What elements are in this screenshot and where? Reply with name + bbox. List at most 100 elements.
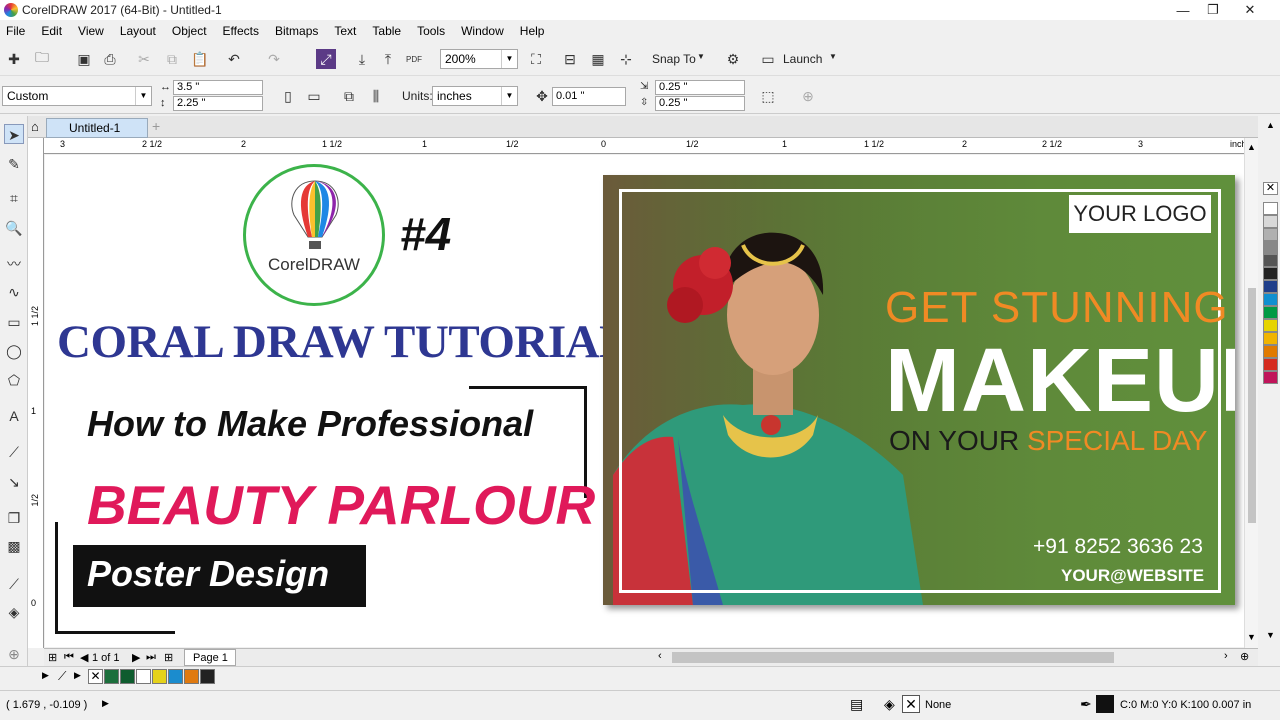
cut-icon[interactable]: ✂ xyxy=(134,49,154,69)
all-pages-icon[interactable]: ⧉ xyxy=(339,86,359,106)
menu-tools[interactable]: Tools xyxy=(417,24,445,38)
freehand-tool-icon[interactable]: 〰 xyxy=(4,254,24,274)
treat-as-filled-icon[interactable]: ⬚ xyxy=(758,86,778,106)
palette-swatch[interactable] xyxy=(1263,319,1278,332)
palette-swatch[interactable] xyxy=(1263,280,1278,293)
artistic-media-tool-icon[interactable]: ∿ xyxy=(4,282,24,302)
new-document-icon[interactable]: ✚ xyxy=(4,49,24,69)
polygon-tool-icon[interactable]: ⬠ xyxy=(4,370,24,390)
open-icon[interactable]: 🗀 xyxy=(32,49,52,69)
palette-swatch[interactable] xyxy=(1263,215,1278,228)
show-guidelines-icon[interactable]: ⊹ xyxy=(616,49,636,69)
palette-swatch[interactable] xyxy=(1263,306,1278,319)
nudge-distance-input[interactable]: 0.01 " xyxy=(552,87,626,106)
shape-tool-icon[interactable]: ✎ xyxy=(4,154,24,174)
zoom-level-combo[interactable]: 200% ▼ xyxy=(440,49,518,69)
docpal-eyedropper-icon[interactable]: ⟋ xyxy=(58,669,66,684)
palette-swatch[interactable] xyxy=(1263,332,1278,345)
previous-page-icon[interactable]: ◀ xyxy=(80,651,88,664)
launch-button[interactable]: Launch xyxy=(783,52,822,66)
crop-tool-icon[interactable]: ⌗ xyxy=(4,188,24,208)
palette-swatch[interactable] xyxy=(1263,228,1278,241)
docpal-swatch[interactable] xyxy=(120,669,135,684)
pick-tool-icon[interactable]: ➤ xyxy=(4,124,24,144)
parallel-dimension-tool-icon[interactable]: ⟋ xyxy=(4,442,24,462)
menu-view[interactable]: View xyxy=(78,24,104,38)
transparency-tool-icon[interactable]: ▩ xyxy=(4,536,24,556)
paste-icon[interactable]: 📋 xyxy=(190,49,210,69)
page-height-input[interactable]: 2.25 " xyxy=(173,96,263,111)
eyedropper-tool-icon[interactable]: ⟋ xyxy=(4,574,24,594)
add-tool-icon[interactable]: ⊕ xyxy=(4,644,24,664)
connector-tool-icon[interactable]: ↘ xyxy=(4,472,24,492)
duplicate-x-input[interactable]: 0.25 " xyxy=(655,80,745,95)
palette-swatch[interactable] xyxy=(1263,241,1278,254)
tab-untitled-1[interactable]: Untitled-1 xyxy=(46,118,148,138)
palette-swatch[interactable] xyxy=(1263,267,1278,280)
palette-swatch[interactable] xyxy=(1263,371,1278,384)
color-proofing-icon[interactable]: ▤ xyxy=(850,696,863,713)
fill-none-swatch[interactable]: ✕ xyxy=(902,695,920,713)
no-color-swatch[interactable]: ✕ xyxy=(1263,182,1278,195)
rectangle-tool-icon[interactable]: ▭ xyxy=(4,312,24,332)
copy-icon[interactable]: ⧉ xyxy=(162,49,182,69)
search-content-icon[interactable]: ⤢ xyxy=(316,49,336,69)
zoom-tool-icon[interactable]: 🔍 xyxy=(4,218,24,238)
menu-text[interactable]: Text xyxy=(334,24,356,38)
new-tab-plus-icon[interactable]: + xyxy=(152,118,160,134)
docpal-swatch[interactable] xyxy=(200,669,215,684)
docpal-swatch[interactable] xyxy=(168,669,183,684)
print-icon[interactable]: ⎙ xyxy=(100,49,120,69)
menu-table[interactable]: Table xyxy=(372,24,401,38)
portrait-icon[interactable]: ▯ xyxy=(278,86,298,106)
scroll-left-icon[interactable]: ‹ xyxy=(658,650,662,662)
ellipse-tool-icon[interactable]: ◯ xyxy=(4,341,24,361)
scroll-down-icon[interactable]: ▼ xyxy=(1247,632,1256,642)
launch-chevron-icon[interactable]: ▼ xyxy=(829,52,837,61)
add-page-icon[interactable]: ⊞ xyxy=(164,651,173,664)
duplicate-y-input[interactable]: 0.25 " xyxy=(655,96,745,111)
page-width-input[interactable]: 3.5 " xyxy=(173,80,263,95)
home-icon[interactable]: ⌂ xyxy=(31,119,39,134)
palette-swatch[interactable] xyxy=(1263,293,1278,306)
vertical-scroll-thumb[interactable] xyxy=(1248,288,1256,523)
snap-to-chevron-icon[interactable]: ▼ xyxy=(697,52,705,61)
palette-swatch[interactable] xyxy=(1263,254,1278,267)
menu-edit[interactable]: Edit xyxy=(41,24,62,38)
docpal-swatch[interactable] xyxy=(184,669,199,684)
last-page-icon[interactable]: ⏭ xyxy=(146,651,156,664)
palette-scroll-up-icon[interactable]: ▲ xyxy=(1266,120,1275,130)
interactive-fill-tool-icon[interactable]: ◈ xyxy=(4,602,24,622)
snap-to-button[interactable]: Snap To xyxy=(652,52,696,66)
export-icon[interactable]: ⤒ xyxy=(378,49,398,69)
full-screen-preview-icon[interactable]: ⛶ xyxy=(526,49,546,69)
docpal-swatch[interactable] xyxy=(104,669,119,684)
current-page-icon[interactable]: ⫼ xyxy=(366,86,386,106)
vertical-scrollbar[interactable]: ▲ ▼ xyxy=(1244,138,1258,648)
add-icon[interactable]: ⊕ xyxy=(798,86,818,106)
options-gear-icon[interactable]: ⚙ xyxy=(723,49,743,69)
palette-swatch[interactable] xyxy=(1263,358,1278,371)
drawing-canvas[interactable]: CorelDRAW #4 CORAL DRAW TUTORIAL How to … xyxy=(45,155,1258,647)
publish-pdf-icon[interactable]: PDF xyxy=(404,49,424,69)
horizontal-scroll-thumb[interactable] xyxy=(672,652,1114,663)
save-icon[interactable]: ▣ xyxy=(74,49,94,69)
redo-icon[interactable]: ↷ xyxy=(264,49,284,69)
show-rulers-icon[interactable]: ⊟ xyxy=(560,49,580,69)
docpal-swatch[interactable] xyxy=(152,669,167,684)
first-page-icon[interactable]: ⏮ xyxy=(64,651,74,664)
import-icon[interactable]: ⤓ xyxy=(352,49,372,69)
menu-help[interactable]: Help xyxy=(520,24,545,38)
page-options-icon[interactable]: ⊞ xyxy=(48,651,57,664)
next-page-icon[interactable]: ▶ xyxy=(132,651,140,664)
tab-page-1[interactable]: Page 1 xyxy=(184,649,236,666)
landscape-icon[interactable]: ▭ xyxy=(304,86,324,106)
menu-file[interactable]: File xyxy=(6,24,25,38)
drop-shadow-tool-icon[interactable]: ❐ xyxy=(4,508,24,528)
menu-effects[interactable]: Effects xyxy=(223,24,259,38)
scroll-up-icon[interactable]: ▲ xyxy=(1247,142,1256,152)
show-grid-icon[interactable]: ▦ xyxy=(588,49,608,69)
menu-object[interactable]: Object xyxy=(172,24,207,38)
units-combo[interactable]: inches ▼ xyxy=(432,86,518,106)
status-expand-icon[interactable]: ▶ xyxy=(102,698,109,709)
